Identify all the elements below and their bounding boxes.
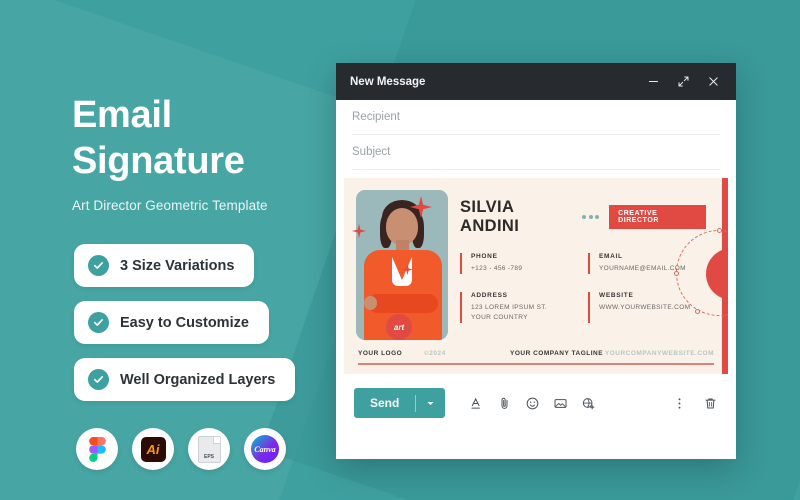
- feature-badge-label: Well Organized Layers: [120, 371, 276, 388]
- feature-badge-list: 3 Size Variations Easy to Customize Well…: [74, 244, 296, 415]
- page-subtitle: Art Director Geometric Template: [72, 198, 268, 213]
- formatting-tools: [469, 396, 596, 411]
- message-fields: Recipient Subject: [336, 100, 736, 170]
- status-badge: CREATIVE DIRECTOR: [609, 205, 706, 229]
- close-icon[interactable]: [702, 71, 724, 93]
- footer-divider: [358, 363, 714, 365]
- feature-badge-label: Easy to Customize: [120, 314, 249, 331]
- title-line-2: Signature: [72, 140, 245, 182]
- contact-value: +123 - 456 -789: [471, 265, 523, 272]
- more-options-icon[interactable]: [672, 396, 687, 411]
- insert-image-icon[interactable]: [553, 396, 568, 411]
- compose-toolbar: Send: [336, 374, 736, 432]
- feature-badge: 3 Size Variations: [74, 244, 255, 287]
- contact-label: ADDRESS: [471, 292, 508, 299]
- check-circle-icon: [88, 369, 109, 390]
- email-signature-card: art SILVIA ANDINI CREATIVE DIRECTOR PHON…: [344, 178, 728, 374]
- footer-website: YOURCOMPANYWEBSITE.COM: [604, 350, 714, 357]
- page-title: Email Signature: [72, 92, 372, 184]
- window-titlebar: New Message: [336, 63, 736, 100]
- message-body[interactable]: art SILVIA ANDINI CREATIVE DIRECTOR PHON…: [336, 170, 736, 374]
- eps-file-label: EPS: [203, 453, 214, 460]
- footer-tagline: YOUR COMPANY TAGLINE: [510, 350, 604, 357]
- app-compatibility-list: Ai EPS Canva: [76, 428, 286, 470]
- caret-down-icon[interactable]: [416, 391, 445, 416]
- subject-input[interactable]: Subject: [352, 135, 720, 170]
- recipient-input[interactable]: Recipient: [352, 100, 720, 135]
- contact-email: EMAIL YOURNAME@EMAIL.COM: [588, 253, 706, 274]
- footer-copyright: ©2024: [424, 350, 446, 357]
- contact-grid: PHONE +123 - 456 -789 EMAIL YOURNAME@EMA…: [460, 253, 706, 323]
- file-corner-fold: [212, 436, 220, 444]
- attach-file-icon[interactable]: [497, 396, 512, 411]
- feature-badge: Easy to Customize: [74, 301, 269, 344]
- check-circle-icon: [88, 255, 109, 276]
- feature-badge-label: 3 Size Variations: [120, 257, 235, 274]
- illustrator-icon: Ai: [132, 428, 174, 470]
- contact-label: WEBSITE: [599, 292, 634, 299]
- canva-icon-label: Canva: [251, 435, 279, 463]
- title-line-1: Email: [72, 94, 172, 136]
- feature-badge: Well Organized Layers: [74, 358, 296, 401]
- format-text-icon[interactable]: [469, 396, 484, 411]
- contact-phone: PHONE +123 - 456 -789: [460, 253, 578, 274]
- new-message-window: New Message Recipient Subject art SILVIA…: [336, 63, 736, 459]
- logo-mark: art: [386, 314, 412, 340]
- contact-value: YOURNAME@EMAIL.COM: [599, 265, 686, 272]
- dots-decoration: [582, 215, 600, 219]
- insert-link-icon[interactable]: [581, 396, 596, 411]
- contact-label: EMAIL: [599, 253, 623, 260]
- contact-value: YOUR COUNTRY: [471, 314, 528, 321]
- portrait-column: art: [344, 178, 456, 374]
- check-circle-icon: [88, 312, 109, 333]
- contact-label: PHONE: [471, 253, 498, 260]
- window-title: New Message: [350, 75, 426, 88]
- insert-emoji-icon[interactable]: [525, 396, 540, 411]
- toolbar-right-actions: [672, 396, 718, 411]
- send-button-group[interactable]: Send: [354, 388, 446, 418]
- figma-icon: [76, 428, 118, 470]
- contact-value: 123 LOREM IPSUM ST.: [471, 304, 548, 311]
- name-row: SILVIA ANDINI CREATIVE DIRECTOR: [460, 198, 706, 236]
- minimize-icon[interactable]: [642, 71, 664, 93]
- contact-address: ADDRESS 123 LOREM IPSUM ST. YOUR COUNTRY: [460, 292, 578, 323]
- signature-name: SILVIA ANDINI: [460, 198, 520, 235]
- signature-info-column: SILVIA ANDINI CREATIVE DIRECTOR PHONE +1…: [456, 178, 728, 374]
- illustrator-icon-label: Ai: [140, 436, 166, 462]
- contact-value: WWW.YOURWEBSITE.COM: [599, 304, 691, 311]
- signature-footer: YOUR LOGO ©2024 YOUR COMPANY TAGLINE YOU…: [344, 350, 728, 374]
- canva-icon: Canva: [244, 428, 286, 470]
- promo-screenshot: Email Signature Art Director Geometric T…: [0, 0, 800, 500]
- delete-draft-icon[interactable]: [703, 396, 718, 411]
- contact-website: WEBSITE WWW.YOURWEBSITE.COM: [588, 292, 706, 323]
- promo-heading-block: Email Signature Art Director Geometric T…: [72, 92, 372, 213]
- eps-file-icon: EPS: [188, 428, 230, 470]
- footer-logo-label: YOUR LOGO: [358, 350, 403, 357]
- send-button[interactable]: Send: [354, 388, 415, 418]
- expand-icon[interactable]: [672, 71, 694, 93]
